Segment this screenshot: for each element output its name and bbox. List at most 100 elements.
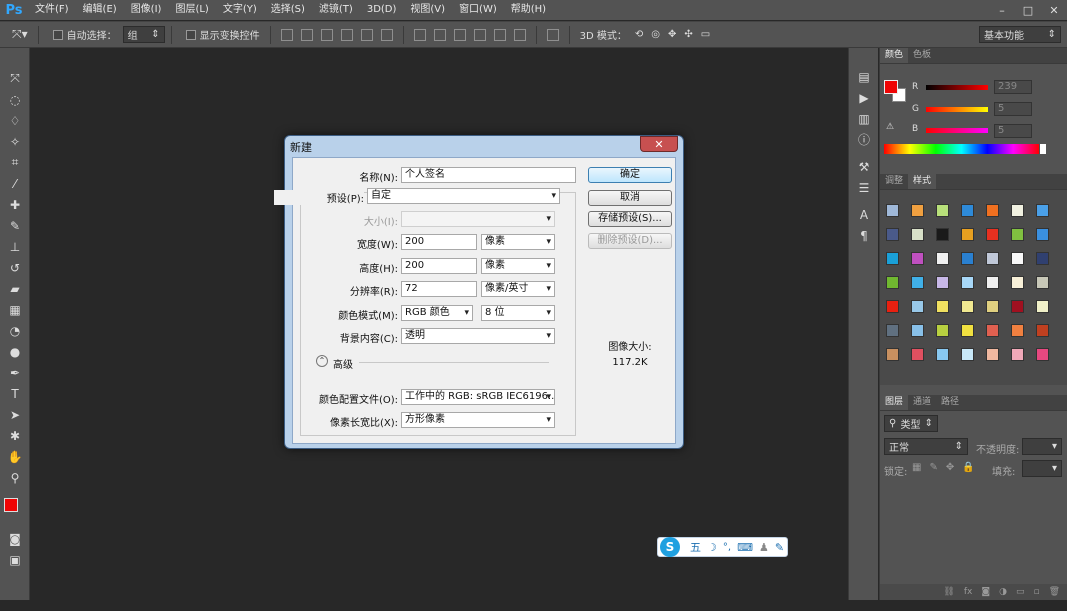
width-unit-dropdown[interactable]: 像素 xyxy=(481,234,555,250)
collapse-advanced-icon[interactable]: ⌃ xyxy=(316,355,328,367)
ok-button[interactable]: 确定 xyxy=(588,167,672,183)
character-icon[interactable]: A xyxy=(849,204,879,225)
style-swatch[interactable] xyxy=(986,300,999,313)
style-swatch[interactable] xyxy=(1011,348,1024,361)
wrench-icon[interactable]: ✎ xyxy=(775,541,784,554)
style-swatch[interactable] xyxy=(936,252,949,265)
style-swatch[interactable] xyxy=(1036,300,1049,313)
tab-styles[interactable]: 样式 xyxy=(908,174,937,189)
workspace-dropdown[interactable]: 基本功能 ⇕ xyxy=(979,26,1061,43)
style-swatch[interactable] xyxy=(961,204,974,217)
trash-icon[interactable]: 🗑 xyxy=(1049,587,1060,597)
close-icon[interactable]: ✕ xyxy=(640,136,678,152)
resolution-unit-dropdown[interactable]: 像素/英寸 xyxy=(481,281,555,297)
layer-filter-dropdown[interactable]: ⚲ 类型 ⇕ xyxy=(884,415,938,432)
style-swatch[interactable] xyxy=(936,300,949,313)
tab-paths[interactable]: 路径 xyxy=(936,395,964,410)
marquee-tool-icon[interactable]: ◌ xyxy=(0,89,30,110)
distribute-left-icon[interactable] xyxy=(473,28,486,41)
menu-image[interactable]: 图像(I) xyxy=(124,0,169,20)
magic-wand-icon[interactable]: ✧ xyxy=(0,131,30,152)
move-tool-icon[interactable]: ⤧ xyxy=(0,68,30,89)
paragraph-icon[interactable]: ¶ xyxy=(849,225,879,246)
style-swatch[interactable] xyxy=(961,252,974,265)
punctuation-icon[interactable]: °, xyxy=(723,542,731,553)
style-swatch[interactable] xyxy=(961,324,974,337)
style-swatch[interactable] xyxy=(986,348,999,361)
white-swatch[interactable] xyxy=(1040,144,1046,154)
aspect-dropdown[interactable]: 方形像素 xyxy=(401,412,555,428)
adjust-sliders-icon[interactable]: ☰ xyxy=(849,177,879,198)
close-window-button[interactable]: ✕ xyxy=(1041,0,1067,20)
style-swatch[interactable] xyxy=(1011,276,1024,289)
healing-brush-icon[interactable]: ✚ xyxy=(0,194,30,215)
menu-window[interactable]: 窗口(W) xyxy=(452,0,504,20)
rotate-3d-icon[interactable]: ⟲ xyxy=(635,29,643,40)
style-swatch[interactable] xyxy=(1011,300,1024,313)
ime-mode[interactable]: 五 xyxy=(690,539,701,555)
style-swatch[interactable] xyxy=(986,252,999,265)
style-swatch[interactable] xyxy=(986,228,999,241)
b-slider[interactable] xyxy=(926,128,988,133)
adjustment-icon[interactable]: ◑ xyxy=(999,587,1007,597)
moon-icon[interactable]: ☽ xyxy=(707,541,717,554)
auto-select-checkbox[interactable] xyxy=(52,29,63,40)
style-swatch[interactable] xyxy=(886,348,899,361)
brush-tool-icon[interactable]: ✎ xyxy=(0,215,30,236)
roll-3d-icon[interactable]: ◎ xyxy=(651,29,660,40)
style-swatch[interactable] xyxy=(1036,252,1049,265)
stamp-tool-icon[interactable]: ⊥ xyxy=(0,236,30,257)
distribute-top-icon[interactable] xyxy=(413,28,426,41)
style-swatch[interactable] xyxy=(936,204,949,217)
gamut-warning-icon[interactable]: ⚠ xyxy=(886,122,894,132)
menu-view[interactable]: 视图(V) xyxy=(403,0,452,20)
cancel-button[interactable]: 取消 xyxy=(588,190,672,206)
move-tool-icon[interactable]: ⤧▾ xyxy=(12,27,28,42)
style-swatch[interactable] xyxy=(911,204,924,217)
blend-mode-dropdown[interactable]: 正常 ⇕ xyxy=(884,438,968,455)
b-value-field[interactable]: 5 xyxy=(994,124,1032,138)
style-swatch[interactable] xyxy=(986,276,999,289)
slide-3d-icon[interactable]: ✣ xyxy=(684,29,692,40)
fg-color-chip[interactable] xyxy=(884,80,898,94)
align-top-icon[interactable] xyxy=(280,28,293,41)
menu-type[interactable]: 文字(Y) xyxy=(216,0,264,20)
history-brush-icon[interactable]: ↺ xyxy=(0,257,30,278)
name-input[interactable]: 个人签名 xyxy=(401,167,576,183)
user-icon[interactable]: ♟ xyxy=(759,541,769,554)
style-swatch[interactable] xyxy=(911,324,924,337)
style-swatch[interactable] xyxy=(886,228,899,241)
shape-tool-icon[interactable]: ✱ xyxy=(0,425,30,446)
pen-tool-icon[interactable]: ✒ xyxy=(0,362,30,383)
style-swatch[interactable] xyxy=(911,228,924,241)
style-swatch[interactable] xyxy=(911,252,924,265)
auto-select-dropdown[interactable]: 组 ⇕ xyxy=(122,26,165,43)
hand-tool-icon[interactable]: ✋ xyxy=(0,446,30,467)
zoom-tool-icon[interactable]: ⚲ xyxy=(0,467,30,488)
style-swatch[interactable] xyxy=(961,300,974,313)
tab-layers[interactable]: 图层 xyxy=(880,395,909,410)
r-slider[interactable] xyxy=(926,85,988,90)
preset-dropdown[interactable]: 自定 xyxy=(367,188,560,204)
style-swatch[interactable] xyxy=(911,276,924,289)
style-swatch[interactable] xyxy=(986,204,999,217)
show-transform-checkbox[interactable] xyxy=(185,29,196,40)
align-left-icon[interactable] xyxy=(340,28,353,41)
style-swatch[interactable] xyxy=(1011,204,1024,217)
mask-icon[interactable]: ◙ xyxy=(981,587,990,597)
history-icon[interactable]: ▤ xyxy=(849,66,879,87)
style-swatch[interactable] xyxy=(961,348,974,361)
style-swatch[interactable] xyxy=(936,324,949,337)
align-hcenter-icon[interactable] xyxy=(360,28,373,41)
crop-tool-icon[interactable]: ⌗ xyxy=(0,152,30,173)
style-swatch[interactable] xyxy=(1036,324,1049,337)
resolution-input[interactable]: 72 xyxy=(401,281,477,297)
play-action-icon[interactable]: ▶ xyxy=(849,87,879,108)
save-preset-button[interactable]: 存储预设(S)... xyxy=(588,211,672,227)
style-swatch[interactable] xyxy=(886,276,899,289)
tab-channels[interactable]: 通道 xyxy=(908,395,936,410)
distribute-bottom-icon[interactable] xyxy=(453,28,466,41)
size-dropdown[interactable] xyxy=(401,211,555,227)
color-mode-dropdown[interactable]: RGB 颜色 xyxy=(401,305,473,321)
folder-icon[interactable]: ▭ xyxy=(1016,587,1025,597)
